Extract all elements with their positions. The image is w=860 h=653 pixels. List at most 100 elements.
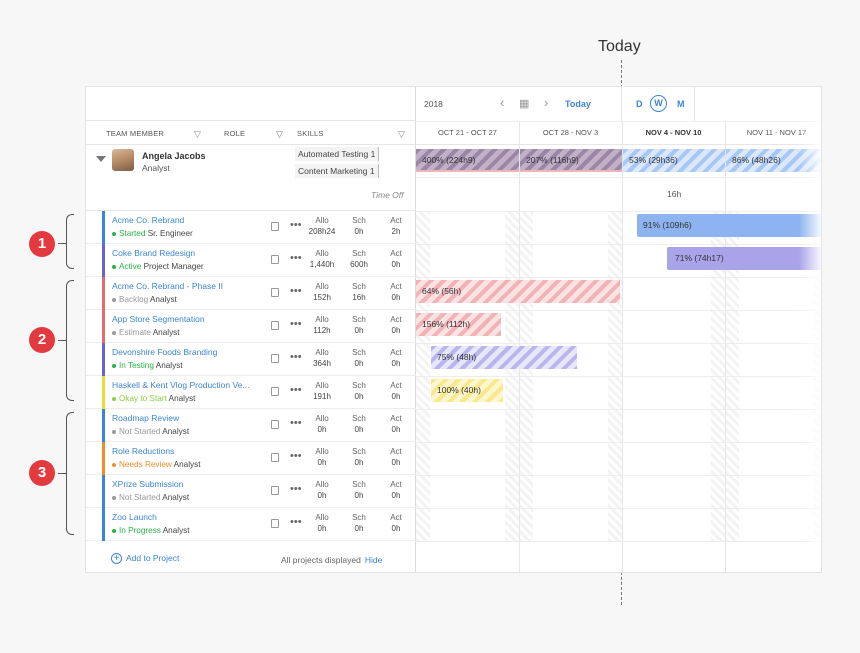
schedule-bar[interactable]: 64% (56h)	[416, 280, 620, 303]
col-team-member[interactable]: TEAM MEMBER	[106, 129, 164, 138]
next-arrow-icon[interactable]: ›	[544, 95, 548, 110]
project-name[interactable]: Haskell & Kent Vlog Production Ve...	[112, 380, 250, 390]
project-status[interactable]: Backlog	[119, 295, 148, 304]
schedule-bar[interactable]: 75% (48h)	[431, 346, 577, 369]
project-status[interactable]: Okay to Start	[119, 394, 167, 403]
view-week-button[interactable]: W	[650, 95, 667, 112]
row-divider	[416, 442, 821, 443]
notes-icon[interactable]	[271, 354, 279, 363]
member-name[interactable]: Angela Jacobs	[142, 151, 206, 161]
notes-icon[interactable]	[271, 321, 279, 330]
more-options-icon[interactable]: •••	[290, 252, 302, 264]
project-row[interactable]: XPrize Submission Not Started Analyst ••• A…	[86, 475, 416, 508]
project-row[interactable]: Acme Co. Rebrand Started Sr. Engineer ••• A…	[86, 211, 416, 244]
project-status[interactable]: In Testing	[119, 361, 154, 370]
row-divider	[416, 177, 821, 178]
project-name[interactable]: Zoo Launch	[112, 512, 157, 522]
project-name[interactable]: Roadmap Review	[112, 413, 179, 423]
sch-label: Sch	[352, 282, 366, 291]
column-header: TEAM MEMBER ▽ ROLE ▽ SKILLS ▽	[86, 121, 415, 145]
project-row[interactable]: Roadmap Review Not Started Analyst ••• Allo…	[86, 409, 416, 442]
project-name[interactable]: Acme Co. Rebrand - Phase II	[112, 281, 223, 291]
project-status[interactable]: In Progress	[119, 526, 161, 535]
summary-bar[interactable]: 207% (116h9)	[520, 149, 622, 172]
week-header-current: NOV 4 - NOV 10	[622, 121, 725, 145]
all-projects-text: All projects displayed	[281, 555, 361, 565]
row-divider	[416, 508, 821, 509]
notes-icon[interactable]	[271, 486, 279, 495]
project-status[interactable]: Active	[119, 262, 141, 271]
notes-icon[interactable]	[271, 255, 279, 264]
collapse-caret-icon[interactable]	[96, 156, 106, 162]
time-off-value: 16h	[667, 189, 682, 199]
more-options-icon[interactable]: •••	[290, 318, 302, 330]
project-status-line: Needs Review Analyst	[112, 460, 200, 469]
notes-icon[interactable]	[271, 387, 279, 396]
notes-icon[interactable]	[271, 288, 279, 297]
view-day-button[interactable]: D	[636, 99, 643, 109]
more-options-icon[interactable]: •••	[290, 285, 302, 297]
project-status-line: Started Sr. Engineer	[112, 229, 193, 238]
sch-value: 0h	[354, 392, 364, 401]
week-gridline	[622, 121, 623, 572]
act-cell: Act 0h	[378, 348, 414, 368]
schedule-bar[interactable]: 100% (40h)	[431, 379, 503, 402]
sch-cell: Sch 0h	[341, 348, 377, 368]
project-status[interactable]: Not Started	[119, 427, 160, 436]
project-row[interactable]: Devonshire Foods Branding In Testing Anal…	[86, 343, 416, 376]
today-button[interactable]: Today	[565, 99, 591, 109]
notes-icon[interactable]	[271, 453, 279, 462]
act-label: Act	[390, 249, 402, 258]
project-status-line: Not Started Analyst	[112, 493, 189, 502]
project-status[interactable]: Needs Review	[119, 460, 172, 469]
sch-cell: Sch 0h	[341, 315, 377, 335]
add-to-project-button[interactable]: + Add to Project	[111, 553, 179, 564]
summary-bar[interactable]: 400% (224h9)	[416, 149, 519, 172]
notes-icon[interactable]	[271, 222, 279, 231]
row-divider	[416, 211, 821, 212]
project-name[interactable]: Acme Co. Rebrand	[112, 215, 184, 225]
project-row[interactable]: Role Reductions Needs Review Analyst ••• Al…	[86, 442, 416, 475]
calendar-icon[interactable]: ▦	[519, 97, 529, 110]
view-month-button[interactable]: M	[677, 99, 685, 109]
schedule-bar[interactable]: 156% (112h)	[416, 313, 501, 336]
schedule-bar[interactable]: 91% (109h6)	[637, 214, 821, 237]
left-topbar	[86, 87, 415, 121]
project-name[interactable]: Coke Brand Redesign	[112, 248, 195, 258]
project-status[interactable]: Started	[119, 229, 145, 238]
hide-link[interactable]: Hide	[365, 555, 382, 565]
notes-icon[interactable]	[271, 420, 279, 429]
allo-value: 0h	[317, 491, 327, 500]
summary-bar[interactable]: 53% (29h36)	[623, 149, 725, 172]
project-name[interactable]: Devonshire Foods Branding	[112, 347, 217, 357]
col-skills[interactable]: SKILLS	[297, 129, 324, 138]
filter-icon-skills[interactable]: ▽	[398, 129, 405, 140]
project-status[interactable]: Not Started	[119, 493, 160, 502]
project-row[interactable]: Haskell & Kent Vlog Production Ve... Okay…	[86, 376, 416, 409]
filter-icon-role[interactable]: ▽	[276, 129, 283, 140]
more-options-icon[interactable]: •••	[290, 450, 302, 462]
project-name[interactable]: App Store Segmentation	[112, 314, 205, 324]
act-value: 0h	[391, 392, 401, 401]
project-row[interactable]: Zoo Launch In Progress Analyst ••• Allo 0h Sc…	[86, 508, 416, 541]
project-name[interactable]: Role Reductions	[112, 446, 174, 456]
more-options-icon[interactable]: •••	[290, 219, 302, 231]
prev-arrow-icon[interactable]: ‹	[500, 95, 504, 110]
project-status-line: In Testing Analyst	[112, 361, 183, 370]
more-options-icon[interactable]: •••	[290, 384, 302, 396]
project-row[interactable]: Coke Brand Redesign Active Project Manage…	[86, 244, 416, 277]
timeline: 2018 ‹ ▦ › Today D W M OCT 21 - OCT 27 O…	[416, 87, 821, 572]
row-divider	[416, 409, 821, 410]
sch-label: Sch	[352, 480, 366, 489]
project-status[interactable]: Estimate	[119, 328, 151, 337]
notes-icon[interactable]	[271, 519, 279, 528]
more-options-icon[interactable]: •••	[290, 417, 302, 429]
more-options-icon[interactable]: •••	[290, 351, 302, 363]
col-role[interactable]: ROLE	[224, 129, 245, 138]
more-options-icon[interactable]: •••	[290, 516, 302, 528]
more-options-icon[interactable]: •••	[290, 483, 302, 495]
project-row[interactable]: Acme Co. Rebrand - Phase II Backlog Analy…	[86, 277, 416, 310]
project-row[interactable]: App Store Segmentation Estimate Analyst ••…	[86, 310, 416, 343]
filter-icon-team[interactable]: ▽	[194, 129, 201, 140]
project-name[interactable]: XPrize Submission	[112, 479, 183, 489]
